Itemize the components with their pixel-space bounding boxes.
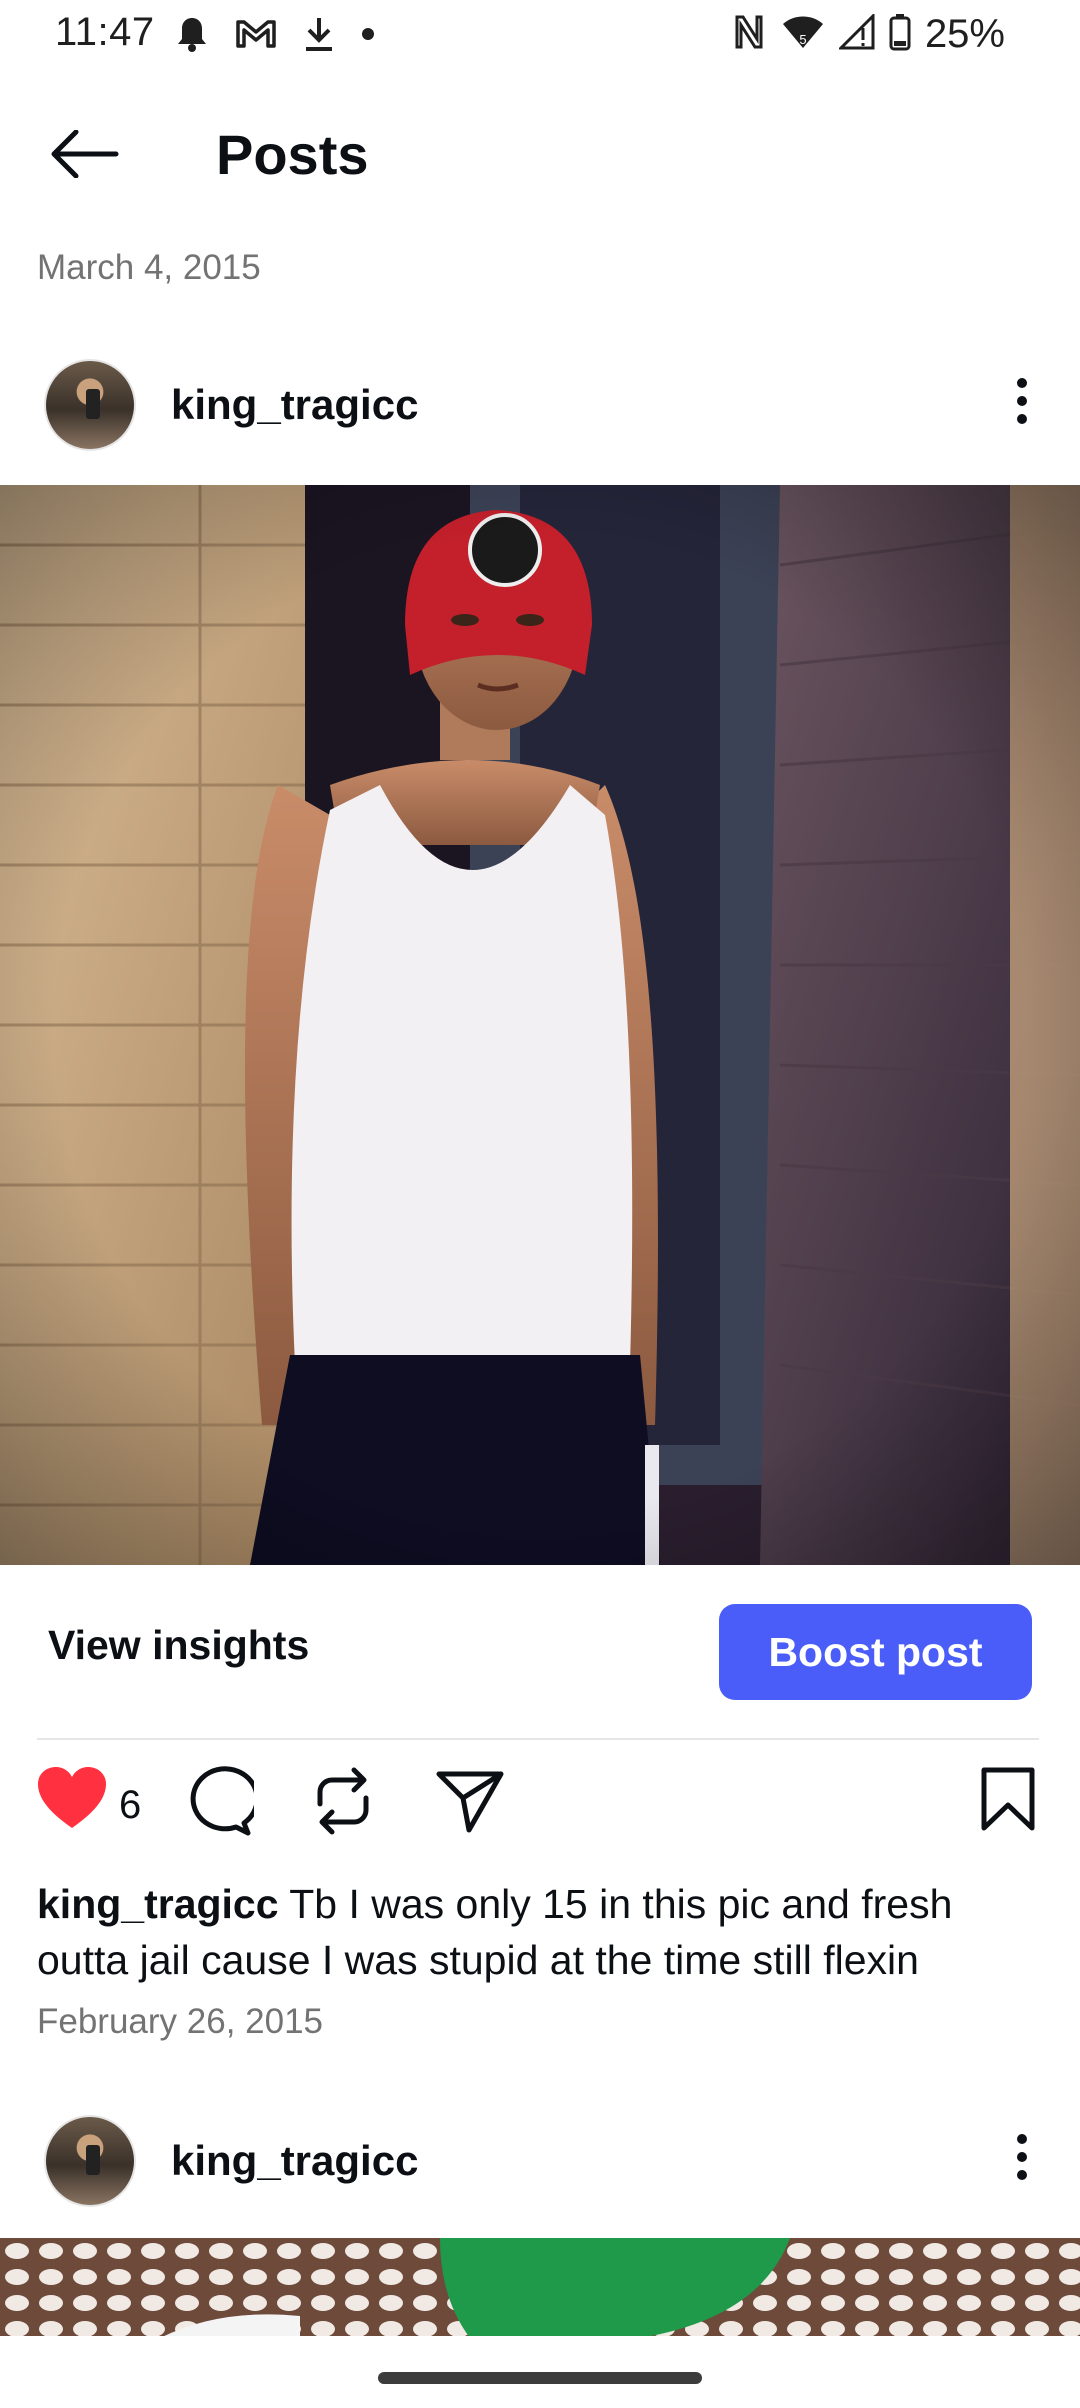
more-options-button[interactable]	[986, 367, 1058, 439]
battery-percent: 25%	[924, 11, 1005, 56]
repost-icon	[310, 1766, 376, 1841]
home-indicator[interactable]	[378, 2372, 702, 2384]
share-button[interactable]	[432, 1765, 508, 1841]
arrow-left-icon	[48, 129, 120, 183]
post-header: king_tragicc	[0, 347, 1080, 467]
next-post-header: king_tragicc	[0, 2103, 1080, 2223]
comment-icon	[182, 1765, 260, 1842]
avatar[interactable]	[44, 2115, 136, 2207]
insights-row: View insights Boost post	[0, 1600, 1080, 1700]
post-actions: 6	[0, 1765, 1080, 1845]
post-username[interactable]: king_tragicc	[171, 381, 418, 429]
next-post-image[interactable]	[0, 2238, 1080, 2338]
top-app-bar: Posts	[0, 100, 1080, 212]
save-button[interactable]	[972, 1765, 1044, 1837]
post-username[interactable]: king_tragicc	[171, 2137, 418, 2185]
bell-icon	[175, 15, 209, 58]
comment-button[interactable]	[180, 1765, 260, 1842]
wifi-icon: 5	[781, 14, 825, 55]
view-insights-link[interactable]: View insights	[48, 1622, 309, 1669]
more-vertical-icon	[1016, 2133, 1028, 2186]
heart-icon	[36, 1766, 108, 1835]
page-title: Posts	[216, 123, 369, 186]
nfc-icon	[731, 13, 767, 56]
bookmark-icon	[980, 1767, 1036, 1836]
dot-icon	[361, 27, 375, 46]
battery-icon	[889, 13, 911, 56]
signal-icon	[837, 11, 875, 55]
download-icon	[303, 15, 335, 58]
status-bar: 11:47 5 25%	[0, 0, 1080, 72]
more-vertical-icon	[1016, 377, 1028, 430]
post-image[interactable]	[0, 485, 1080, 1565]
repost-button[interactable]	[305, 1765, 381, 1841]
like-count[interactable]: 6	[119, 1783, 141, 1828]
post-date: February 26, 2015	[37, 2002, 324, 2041]
divider	[37, 1738, 1039, 1740]
back-button[interactable]	[36, 120, 132, 192]
svg-text:5: 5	[799, 32, 806, 47]
more-options-button[interactable]	[986, 2123, 1058, 2195]
gmail-icon	[235, 18, 277, 55]
gesture-nav-bar	[0, 2336, 1080, 2408]
status-time: 11:47	[55, 10, 155, 54]
caption-username[interactable]: king_tragicc	[37, 1881, 279, 1927]
avatar[interactable]	[44, 359, 136, 451]
like-button[interactable]	[36, 1765, 108, 1835]
section-date: March 4, 2015	[37, 248, 261, 287]
boost-post-button[interactable]: Boost post	[719, 1604, 1032, 1700]
post-caption: king_tragicc Tb I was only 15 in this pi…	[37, 1876, 1047, 1988]
send-icon	[435, 1768, 505, 1839]
